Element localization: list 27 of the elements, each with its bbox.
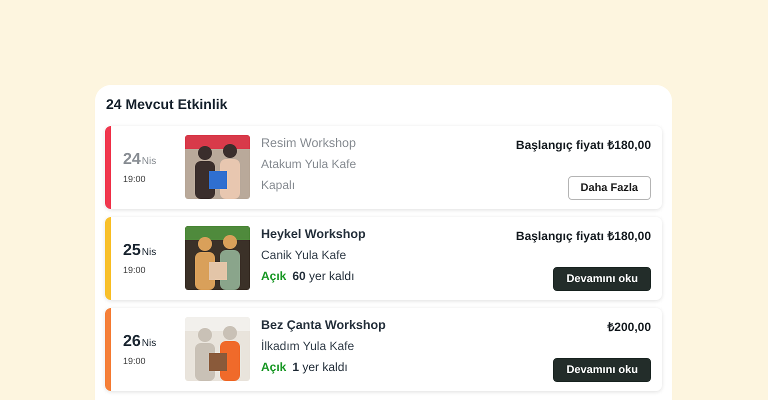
event-venue: Atakum Yula Kafe <box>261 157 358 171</box>
event-month: Nis <box>142 338 156 349</box>
event-status: Açık <box>261 360 286 374</box>
event-price: ₺200,00 <box>607 319 651 335</box>
event-day: 26 <box>123 333 141 351</box>
event-venue: İlkadım Yula Kafe <box>261 339 356 353</box>
event-title: Heykel Workshop <box>261 227 367 241</box>
event-day: 24 <box>123 151 141 169</box>
event-price: Başlangıç fiyatı ₺180,00 <box>516 228 651 244</box>
event-title: Resim Workshop <box>261 136 357 150</box>
event-month: Nis <box>142 156 156 167</box>
event-time: 19:00 <box>123 174 147 184</box>
event-status: Açık <box>261 269 286 283</box>
event-time: 19:00 <box>123 356 147 366</box>
event-title: Bez Çanta Workshop <box>261 318 387 332</box>
event-month: Nis <box>142 247 156 258</box>
event-venue: Canik Yula Kafe <box>261 248 348 262</box>
event-time: 19:00 <box>123 265 147 275</box>
section-title: 24 Mevcut Etkinlik <box>106 96 228 112</box>
event-day: 25 <box>123 242 141 260</box>
details-button[interactable]: Devamını oku <box>553 267 651 291</box>
details-button[interactable]: Daha Fazla <box>568 176 651 200</box>
event-status: Kapalı <box>261 178 296 192</box>
event-price: Başlangıç fiyatı ₺180,00 <box>516 137 651 153</box>
details-button[interactable]: Devamını oku <box>553 358 651 382</box>
seats-left: 60 yer kaldı <box>292 269 354 283</box>
seats-left: 1 yer kaldı <box>292 360 348 374</box>
